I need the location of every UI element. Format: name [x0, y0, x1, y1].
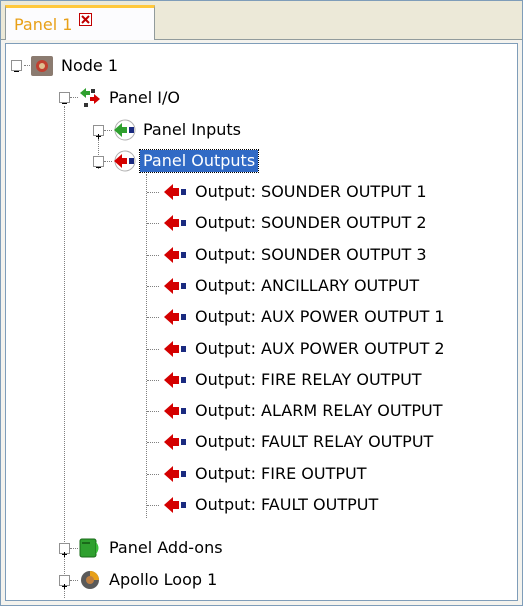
expand-toggle-apollo-loop-1[interactable] [59, 575, 70, 589]
output-item-label: Output: FAULT OUTPUT [195, 495, 379, 514]
output-item[interactable]: Output: SOUNDER OUTPUT 3 [162, 241, 430, 269]
loop-icon [78, 569, 102, 591]
output-item-label: Output: SOUNDER OUTPUT 2 [195, 213, 427, 232]
collapse-toggle-panel-outputs[interactable] [93, 156, 104, 168]
output-item-label: Output: AUX POWER OUTPUT 1 [195, 307, 445, 326]
output-item[interactable]: Output: FIRE RELAY OUTPUT [162, 366, 425, 394]
output-item-label: Output: AUX POWER OUTPUT 2 [195, 339, 445, 358]
apollo-loop-1-label: Apollo Loop 1 [109, 570, 218, 589]
panel-io-label: Panel I/O [109, 88, 180, 107]
tab-label: Panel 1 [14, 15, 73, 34]
output-arrow-icon [162, 275, 188, 297]
tree-node-panel-addons[interactable]: Panel Add-ons [78, 534, 226, 562]
output-arrow-icon [162, 244, 188, 266]
output-item[interactable]: Output: AUX POWER OUTPUT 2 [162, 335, 448, 363]
expand-toggle-panel-inputs[interactable] [93, 125, 104, 139]
tab-panel-1[interactable]: Panel 1 [5, 5, 155, 40]
output-item[interactable]: Output: FAULT RELAY OUTPUT [162, 428, 436, 456]
tree-node-panel-inputs[interactable]: Panel Inputs [112, 116, 244, 144]
output-arrow-icon [162, 369, 188, 391]
output-item-label: Output: ANCILLARY OUTPUT [195, 276, 420, 295]
output-item-label: Output: SOUNDER OUTPUT 1 [195, 182, 427, 201]
tree-view[interactable]: Node 1 Panel I/O Panel Inputs Panel Outp… [5, 43, 518, 601]
output-item[interactable]: Output: AUX POWER OUTPUT 1 [162, 303, 448, 331]
output-arrow-icon [112, 150, 136, 172]
output-arrow-icon [162, 338, 188, 360]
node-1-label: Node 1 [61, 56, 119, 75]
output-item[interactable]: Output: SOUNDER OUTPUT 1 [162, 178, 430, 206]
close-icon[interactable] [79, 13, 92, 26]
output-item[interactable]: Output: SOUNDER OUTPUT 2 [162, 209, 430, 237]
node-icon [30, 55, 54, 77]
tree-node-panel-outputs[interactable]: Panel Outputs [112, 147, 260, 175]
output-item[interactable]: Output: FIRE OUTPUT [162, 460, 370, 488]
addon-module-icon [78, 537, 102, 559]
tree-node-node-1[interactable]: Node 1 [30, 52, 121, 80]
collapse-toggle-panel-io[interactable] [59, 92, 70, 104]
tree-node-apollo-loop-1[interactable]: Apollo Loop 1 [78, 566, 220, 594]
output-arrow-icon [162, 212, 188, 234]
output-item-label: Output: FAULT RELAY OUTPUT [195, 432, 434, 451]
output-item[interactable]: Output: ALARM RELAY OUTPUT [162, 397, 446, 425]
output-arrow-icon [162, 181, 188, 203]
output-arrow-icon [162, 400, 188, 422]
input-arrow-icon [112, 119, 136, 141]
tab-bar: Panel 1 [1, 1, 522, 40]
panel-window: Panel 1 Node 1 Panel I/O Panel Inputs Pa… [0, 0, 523, 606]
panel-addons-label: Panel Add-ons [109, 538, 223, 557]
panel-inputs-label: Panel Inputs [143, 120, 242, 139]
output-item-label: Output: SOUNDER OUTPUT 3 [195, 245, 427, 264]
tree-node-panel-io[interactable]: Panel I/O [78, 84, 183, 112]
output-arrow-icon [162, 431, 188, 453]
output-item[interactable]: Output: FAULT OUTPUT [162, 491, 381, 519]
output-item-label: Output: FIRE RELAY OUTPUT [195, 370, 422, 389]
output-arrow-icon [162, 494, 188, 516]
output-item-label: Output: ALARM RELAY OUTPUT [195, 401, 443, 420]
collapse-toggle-node-1[interactable] [11, 60, 22, 72]
output-item[interactable]: Output: ANCILLARY OUTPUT [162, 272, 422, 300]
output-arrow-icon [162, 306, 188, 328]
output-arrow-icon [162, 463, 188, 485]
panel-io-icon [78, 87, 102, 109]
expand-toggle-panel-addons[interactable] [59, 543, 70, 557]
panel-outputs-label: Panel Outputs [138, 149, 260, 173]
output-item-label: Output: FIRE OUTPUT [195, 464, 367, 483]
